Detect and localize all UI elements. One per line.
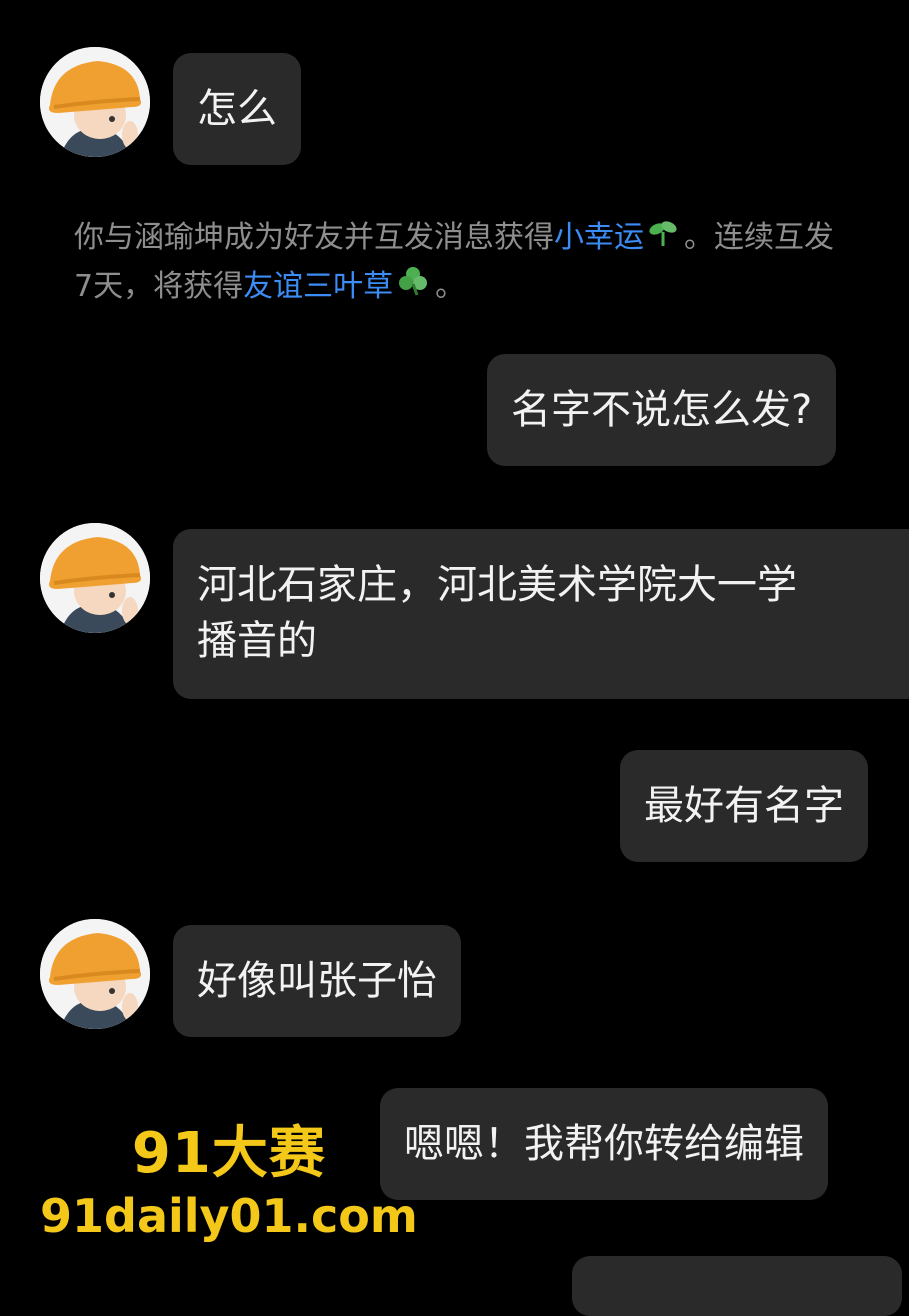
message-text: 名字不说怎么发? xyxy=(511,387,813,433)
message-text: 最好有名字 xyxy=(644,783,844,829)
message-bubble-outgoing[interactable]: 最好有名字 xyxy=(620,750,868,862)
contact-avatar[interactable] xyxy=(40,47,150,157)
friendship-notice: 你与涵瑜坤成为好友并互发消息获得小幸运 。连续互发 7天，将获得友谊三叶草 。 xyxy=(74,214,909,311)
message-bubble-incoming[interactable]: 怎么 xyxy=(173,53,301,165)
notice-text: 。连续互发 xyxy=(684,220,834,255)
avatar-illustration xyxy=(40,523,150,633)
message-text-line: 播音的 xyxy=(197,618,317,664)
message-text-line: 河北石家庄，河北美术学院大一学 xyxy=(197,562,797,608)
contact-avatar[interactable] xyxy=(40,919,150,1029)
avatar-illustration xyxy=(40,47,150,157)
clover-link[interactable]: 友谊三叶草 xyxy=(243,269,393,304)
message-text: 好像叫张子怡 xyxy=(197,958,437,1004)
avatar-illustration xyxy=(40,919,150,1029)
message-bubble-incoming[interactable]: 好像叫张子怡 xyxy=(173,925,461,1037)
message-bubble-outgoing-partial[interactable] xyxy=(572,1256,902,1316)
message-bubble-incoming[interactable]: 河北石家庄，河北美术学院大一学 播音的 xyxy=(173,529,909,699)
notice-text: 7天，将获得 xyxy=(74,268,244,304)
watermark-title: 91大赛 xyxy=(131,1121,326,1186)
watermark-url: 91daily01.com xyxy=(40,1189,418,1243)
message-text: 嗯嗯！我帮你转给编辑 xyxy=(404,1121,804,1167)
notice-line-2: 7天，将获得友谊三叶草 。 xyxy=(74,263,909,312)
notice-text: 你与涵瑜坤成为好友并互发消息获得 xyxy=(74,220,554,255)
notice-line-1: 你与涵瑜坤成为好友并互发消息获得小幸运 。连续互发 xyxy=(74,214,909,263)
lucky-link[interactable]: 小幸运 xyxy=(554,220,644,255)
clover-icon xyxy=(397,263,429,311)
message-bubble-outgoing[interactable]: 嗯嗯！我帮你转给编辑 xyxy=(380,1088,828,1200)
message-bubble-outgoing[interactable]: 名字不说怎么发? xyxy=(487,354,837,466)
notice-text: 。 xyxy=(435,268,466,304)
message-text: 怎么 xyxy=(197,86,277,132)
contact-avatar[interactable] xyxy=(40,523,150,633)
watermark: 91大赛 91daily01.com xyxy=(40,1120,418,1244)
sprout-icon xyxy=(648,215,678,263)
